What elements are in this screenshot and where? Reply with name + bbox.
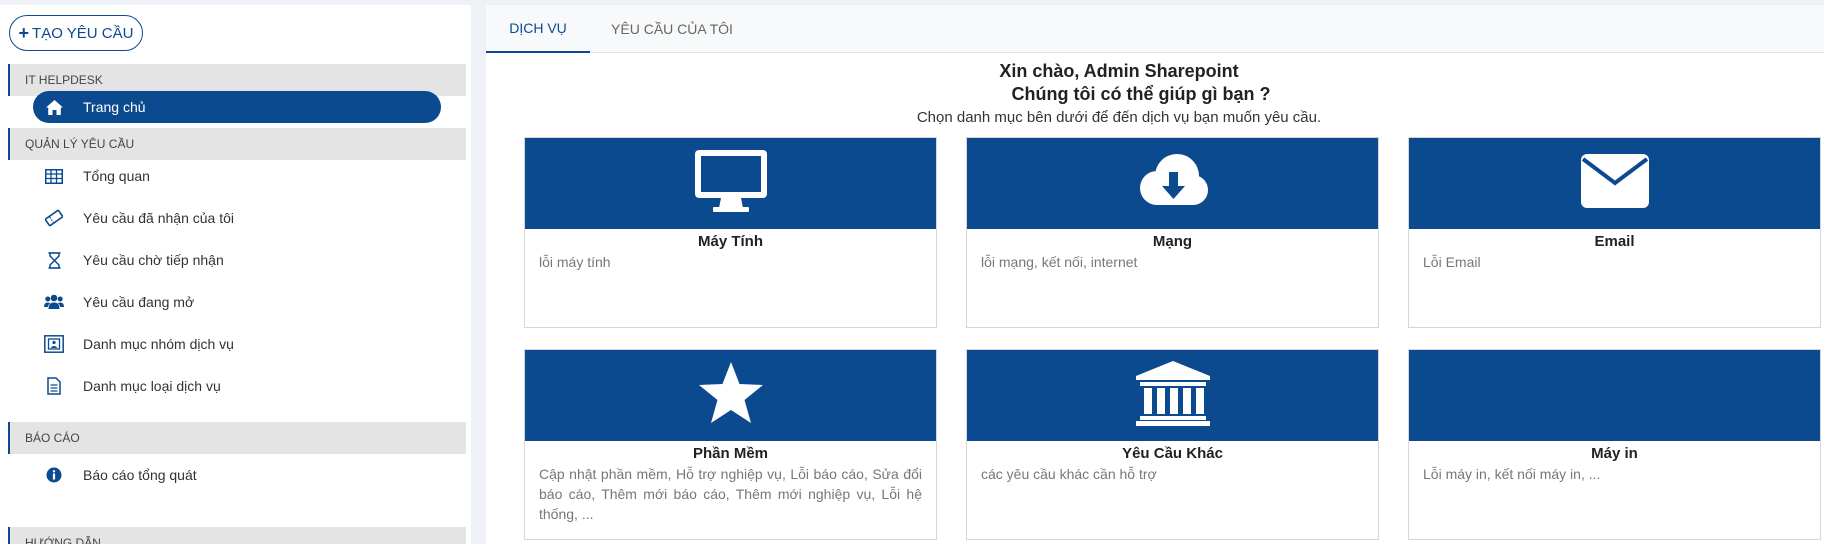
service-card-printer[interactable]: Máy in Lỗi máy in, kết nối máy in, ...	[1408, 349, 1821, 540]
cloud-download-icon	[1135, 152, 1211, 215]
card-title: Mạng	[1152, 233, 1193, 250]
sidebar-item-label: Báo cáo tổng quát	[83, 467, 197, 483]
card-title: Máy in	[1591, 445, 1638, 462]
card-title: Máy Tính	[697, 233, 763, 250]
section-guide: HƯỚNG DẪN	[8, 527, 466, 544]
sidebar: + TẠO YÊU CẦU IT HELPDESK Trang chủ QUẢN…	[0, 5, 471, 544]
tab-services[interactable]: DỊCH VỤ	[486, 5, 590, 53]
star-icon	[697, 361, 765, 430]
service-card-email[interactable]: Email Lỗi Email	[1408, 137, 1821, 328]
tab-my-requests[interactable]: YÊU CẦU CỦA TÔI	[598, 5, 746, 53]
card-banner	[525, 138, 936, 229]
section-reports: BÁO CÁO	[8, 422, 466, 454]
sidebar-item-overview[interactable]: Tổng quan	[33, 160, 441, 192]
card-description: Lỗi máy in, kết nối máy in, ...	[1423, 466, 1601, 482]
card-banner	[525, 350, 936, 441]
service-card-other[interactable]: Yêu Cầu Khác các yêu cầu khác cần hỗ trợ	[966, 349, 1379, 540]
plus-icon: +	[18, 23, 30, 43]
home-icon	[43, 97, 65, 117]
card-banner	[967, 138, 1378, 229]
monitor-icon	[693, 148, 769, 219]
envelope-icon	[1580, 153, 1650, 214]
card-title: Phần Mềm	[692, 445, 768, 462]
sidebar-item-home[interactable]: Trang chủ	[33, 91, 441, 123]
hourglass-icon	[43, 250, 65, 270]
greeting-question: Chúng tôi có thể giúp gì bạn ?	[1011, 84, 1271, 104]
users-icon	[43, 292, 65, 312]
card-description: Cập nhật phần mềm, Hỗ trợ nghiệp vụ, Lỗi…	[539, 466, 922, 522]
sidebar-item-label: Tổng quan	[83, 168, 150, 184]
card-banner	[1409, 138, 1820, 229]
card-description: các yêu cầu khác cần hỗ trợ	[981, 466, 1157, 482]
group-frame-icon	[43, 334, 65, 354]
document-icon	[43, 376, 65, 396]
info-icon	[43, 465, 65, 485]
table-icon	[43, 166, 65, 186]
create-request-button[interactable]: + TẠO YÊU CẦU	[9, 15, 143, 51]
sidebar-item-label: Yêu cầu đang mở	[83, 294, 195, 310]
sidebar-item-service-group[interactable]: Danh mục nhóm dịch vụ	[33, 328, 441, 360]
sidebar-item-label: Danh mục loại dịch vụ	[83, 378, 221, 394]
card-description: Lỗi Email	[1423, 254, 1481, 270]
card-title: Yêu Cầu Khác	[1122, 445, 1223, 462]
sidebar-item-service-type[interactable]: Danh mục loại dịch vụ	[33, 370, 441, 402]
service-card-software[interactable]: Phần Mềm Cập nhật phần mềm, Hỗ trợ nghiệ…	[524, 349, 937, 540]
create-request-label: TẠO YÊU CẦU	[32, 24, 134, 42]
ticket-icon	[43, 208, 65, 228]
tab-bar: DỊCH VỤ YÊU CẦU CỦA TÔI	[486, 5, 1824, 53]
sidebar-item-report-general[interactable]: Báo cáo tổng quát	[33, 459, 441, 491]
sidebar-item-my-received[interactable]: Yêu cầu đã nhận của tôi	[33, 202, 441, 234]
card-description: lỗi máy tính	[539, 254, 611, 270]
service-card-computer[interactable]: Máy Tính lỗi máy tính	[524, 137, 937, 328]
greeting-subtitle: Chọn danh mục bên dưới để đến dịch vụ bạ…	[916, 109, 1322, 126]
sidebar-item-open[interactable]: Yêu cầu đang mở	[33, 286, 441, 318]
sidebar-item-label: Yêu cầu chờ tiếp nhận	[83, 252, 224, 268]
card-banner	[1409, 350, 1820, 441]
card-title: Email	[1594, 233, 1635, 250]
sidebar-item-label: Danh mục nhóm dịch vụ	[83, 336, 234, 352]
sidebar-item-label: Trang chủ	[83, 99, 146, 115]
section-request-management: QUẢN LÝ YÊU CẦU	[8, 128, 466, 160]
bank-icon	[1134, 360, 1212, 431]
greeting-title: Xin chào, Admin Sharepoint	[999, 61, 1239, 81]
sidebar-item-label: Yêu cầu đã nhận của tôi	[83, 210, 235, 226]
services-content: Xin chào, Admin Sharepoint Chúng tôi có …	[508, 53, 1824, 544]
sidebar-item-pending[interactable]: Yêu cầu chờ tiếp nhận	[33, 244, 441, 276]
card-banner	[967, 350, 1378, 441]
service-card-network[interactable]: Mạng lỗi mạng, kết nối, internet	[966, 137, 1379, 328]
card-description: lỗi mạng, kết nối, internet	[981, 254, 1138, 270]
main-panel: DỊCH VỤ YÊU CẦU CỦA TÔI Xin chào, Admin …	[486, 5, 1824, 544]
